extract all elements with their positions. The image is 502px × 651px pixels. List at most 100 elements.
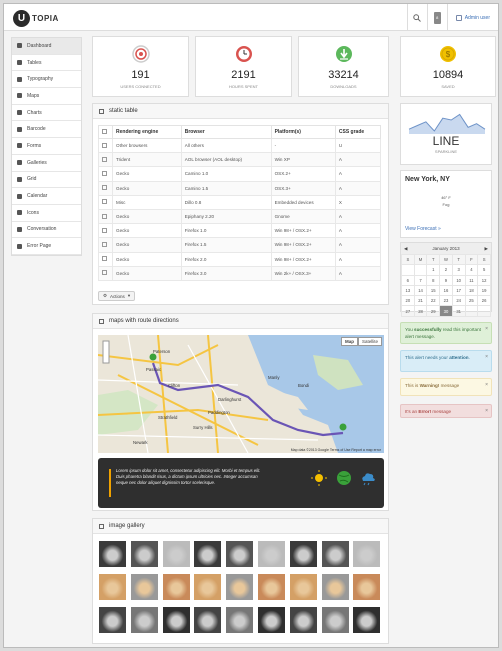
gallery-thumbnail[interactable] bbox=[98, 606, 127, 634]
sidebar-item-barcode[interactable]: Barcode bbox=[12, 121, 81, 139]
calendar-day[interactable]: 16 bbox=[439, 284, 453, 297]
calendar-day[interactable]: 11 bbox=[464, 274, 479, 286]
row-checkbox[interactable] bbox=[102, 213, 107, 219]
gallery-thumbnail[interactable] bbox=[193, 573, 223, 601]
gallery-thumbnail[interactable] bbox=[225, 606, 255, 634]
gallery-thumbnail[interactable] bbox=[225, 540, 255, 568]
map-type-satellite-button[interactable]: Satellite bbox=[357, 337, 382, 346]
calendar-day[interactable]: 31 bbox=[451, 305, 466, 317]
actions-button[interactable]: ⚙ Actions ▾ bbox=[98, 291, 136, 301]
gallery-thumbnail[interactable] bbox=[320, 540, 350, 568]
row-checkbox[interactable] bbox=[102, 170, 107, 176]
sidebar-item-maps[interactable]: Maps bbox=[12, 88, 81, 105]
calendar-day[interactable]: 18 bbox=[464, 284, 479, 297]
gallery-thumbnail[interactable] bbox=[129, 540, 159, 568]
search-button[interactable] bbox=[406, 4, 427, 31]
calendar-day[interactable]: 23 bbox=[439, 295, 453, 307]
column-header[interactable]: Platform(s) bbox=[270, 125, 336, 139]
sidebar-item-galleries[interactable]: Galleries bbox=[12, 155, 81, 172]
sidebar-item-calendar[interactable]: Calendar bbox=[12, 188, 81, 205]
close-icon[interactable]: × bbox=[485, 354, 488, 361]
gallery-thumbnail[interactable] bbox=[161, 606, 191, 634]
calendar-day[interactable]: 1 bbox=[426, 264, 441, 276]
gallery-thumbnail[interactable] bbox=[320, 606, 350, 634]
calendar-day[interactable]: 14 bbox=[413, 284, 428, 297]
close-icon[interactable]: × bbox=[485, 326, 488, 333]
select-all-checkbox[interactable] bbox=[102, 128, 107, 134]
route-map[interactable]: Passaic Paterson Clifton Darlinghurst Paddin… bbox=[98, 335, 384, 453]
gallery-thumbnail[interactable] bbox=[225, 573, 255, 601]
gallery-thumbnail[interactable] bbox=[193, 606, 223, 634]
calendar-day[interactable]: 30 bbox=[439, 305, 453, 317]
sidebar-item-error-page[interactable]: Error Page bbox=[12, 238, 81, 255]
calendar-day[interactable]: 17 bbox=[451, 284, 466, 297]
sidebar-item-icons[interactable]: Icons bbox=[12, 205, 81, 222]
gallery-thumbnail[interactable] bbox=[129, 606, 159, 634]
calendar-day[interactable]: 3 bbox=[451, 264, 466, 276]
gallery-thumbnail[interactable] bbox=[98, 540, 127, 568]
calendar-day[interactable]: 4 bbox=[464, 264, 479, 276]
view-forecast-link[interactable]: View Forecast » bbox=[405, 226, 441, 232]
next-month-icon[interactable]: ▶ bbox=[485, 246, 488, 252]
sidebar-item-tables[interactable]: Tables bbox=[12, 55, 81, 72]
column-header[interactable]: CSS grade bbox=[334, 125, 382, 139]
sidebar-item-typography[interactable]: Typography bbox=[12, 71, 81, 89]
gallery-thumbnail[interactable] bbox=[161, 540, 191, 568]
gallery-thumbnail[interactable] bbox=[320, 573, 350, 601]
row-checkbox[interactable] bbox=[102, 199, 107, 205]
column-header[interactable]: Rendering engine bbox=[112, 125, 182, 139]
gallery-thumbnail[interactable] bbox=[129, 573, 159, 601]
close-icon[interactable]: × bbox=[485, 408, 488, 415]
gallery-thumbnail[interactable] bbox=[352, 573, 382, 601]
row-checkbox[interactable] bbox=[102, 156, 107, 162]
calendar-day[interactable]: 9 bbox=[439, 274, 453, 286]
gallery-thumbnail[interactable] bbox=[352, 606, 382, 634]
logo[interactable]: U TOPIA bbox=[13, 9, 59, 27]
calendar-day[interactable]: 20 bbox=[401, 295, 415, 307]
calendar-day[interactable]: 29 bbox=[426, 305, 441, 317]
gallery-thumbnail[interactable] bbox=[257, 573, 286, 601]
gallery-thumbnail[interactable] bbox=[288, 540, 318, 568]
close-icon[interactable]: × bbox=[485, 382, 488, 389]
gallery-thumbnail[interactable] bbox=[288, 606, 318, 634]
row-checkbox[interactable] bbox=[102, 241, 107, 247]
calendar-day[interactable]: 21 bbox=[413, 295, 428, 307]
calendar-day[interactable]: 28 bbox=[413, 305, 428, 317]
prev-month-icon[interactable]: ◀ bbox=[404, 246, 407, 252]
admin-user-menu[interactable]: Admin user bbox=[446, 4, 498, 31]
gallery-thumbnail[interactable] bbox=[161, 573, 191, 601]
sidebar-item-conversation[interactable]: Conversation bbox=[12, 222, 81, 239]
map-footer[interactable]: Map data ©2013 Google Terms of Use Repor… bbox=[291, 448, 381, 452]
gallery-thumbnail[interactable] bbox=[352, 540, 382, 568]
calendar-day[interactable]: 6 bbox=[401, 274, 415, 286]
gallery-thumbnail[interactable] bbox=[257, 540, 286, 568]
column-header[interactable]: Browser bbox=[180, 125, 272, 139]
calendar-day[interactable]: 27 bbox=[401, 305, 415, 317]
calendar-day[interactable]: 10 bbox=[451, 274, 466, 286]
calendar-day[interactable]: 7 bbox=[413, 274, 428, 286]
row-checkbox[interactable] bbox=[102, 270, 107, 276]
gallery-thumbnail[interactable] bbox=[193, 540, 223, 568]
gallery-thumbnail[interactable] bbox=[98, 573, 127, 601]
calendar-day[interactable]: 13 bbox=[401, 284, 415, 297]
row-checkbox[interactable] bbox=[102, 185, 107, 191]
map-type-map-button[interactable]: Map bbox=[340, 337, 358, 346]
calendar-day[interactable]: 5 bbox=[477, 264, 491, 276]
calendar-day[interactable]: 22 bbox=[426, 295, 441, 307]
notifications-button[interactable]: 8 bbox=[426, 4, 447, 31]
calendar-day[interactable]: 15 bbox=[426, 284, 441, 297]
row-checkbox[interactable] bbox=[102, 256, 107, 262]
sidebar-item-dashboard[interactable]: Dashboard bbox=[12, 38, 81, 55]
gallery-thumbnail[interactable] bbox=[257, 606, 286, 634]
sidebar-item-charts[interactable]: Charts bbox=[12, 105, 81, 122]
sidebar-item-grid[interactable]: Grid bbox=[12, 172, 81, 189]
calendar-day[interactable]: 8 bbox=[426, 274, 441, 286]
row-checkbox[interactable] bbox=[102, 227, 107, 233]
calendar-day[interactable]: 12 bbox=[477, 274, 491, 286]
gallery-thumbnail[interactable] bbox=[288, 573, 318, 601]
calendar-day[interactable]: 26 bbox=[477, 295, 491, 307]
sidebar-item-forms[interactable]: Forms bbox=[12, 138, 81, 155]
map-canvas[interactable] bbox=[98, 335, 384, 453]
calendar-day[interactable]: 25 bbox=[464, 295, 479, 307]
calendar-day[interactable]: 2 bbox=[439, 264, 453, 276]
